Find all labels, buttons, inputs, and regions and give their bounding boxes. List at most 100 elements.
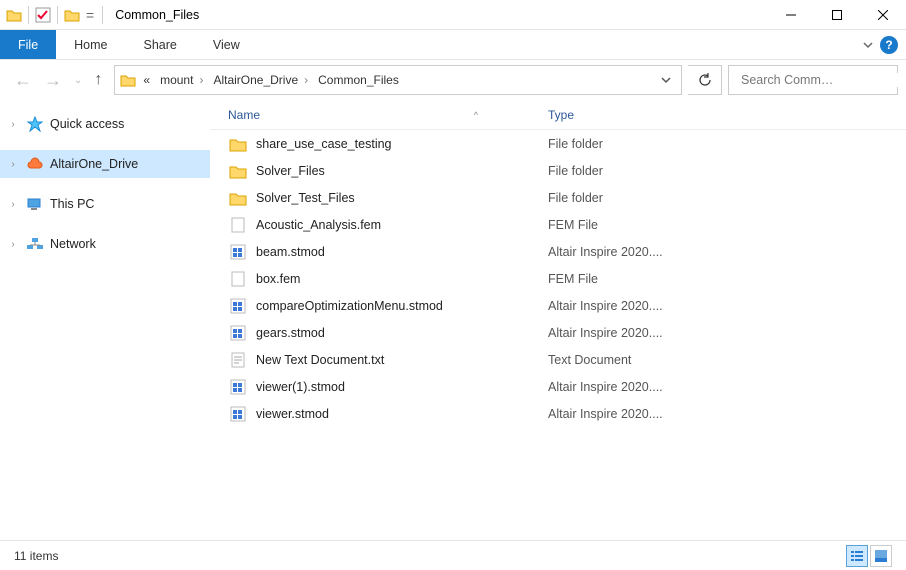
file-name: New Text Document.txt — [256, 353, 548, 367]
file-name: share_use_case_testing — [256, 137, 548, 151]
forward-button[interactable]: → — [44, 70, 62, 91]
thumbnails-view-button[interactable] — [870, 545, 892, 567]
item-count: 11 items — [14, 549, 58, 563]
separator — [57, 6, 58, 24]
body: › Quick access › AltairOne_Drive › This PC › Ne… — [0, 100, 906, 540]
breadcrumb[interactable]: AltairOne_Drive› — [209, 71, 312, 89]
txt-icon — [228, 350, 248, 370]
qat-dropdown-icon[interactable]: = — [84, 7, 96, 23]
file-row[interactable]: beam.stmodAltair Inspire 2020.... — [210, 238, 906, 265]
pc-icon — [26, 195, 44, 213]
breadcrumb-overflow[interactable]: « — [139, 71, 154, 89]
file-row[interactable]: Solver_Test_FilesFile folder — [210, 184, 906, 211]
file-row[interactable]: compareOptimizationMenu.stmodAltair Insp… — [210, 292, 906, 319]
file-name: viewer.stmod — [256, 407, 548, 421]
column-header-type[interactable]: Type — [548, 108, 748, 122]
folder-icon — [228, 134, 248, 154]
sidebar-item-altairone-drive[interactable]: › AltairOne_Drive — [0, 150, 210, 178]
column-header-name[interactable]: Name ^ — [228, 108, 548, 122]
file-name: Solver_Files — [256, 164, 548, 178]
stmod-icon — [228, 242, 248, 262]
file-list: share_use_case_testingFile folderSolver_… — [210, 130, 906, 540]
tab-home[interactable]: Home — [56, 30, 125, 59]
file-type: File folder — [548, 137, 788, 151]
file-pane: Name ^ Type share_use_case_testingFile f… — [210, 100, 906, 540]
sidebar-item-network[interactable]: › Network — [0, 230, 210, 258]
back-button[interactable]: ← — [14, 70, 32, 91]
file-name: box.fem — [256, 272, 548, 286]
file-name: Acoustic_Analysis.fem — [256, 218, 548, 232]
file-row[interactable]: gears.stmodAltair Inspire 2020.... — [210, 319, 906, 346]
address-bar[interactable]: « mount› AltairOne_Drive› Common_Files — [114, 65, 682, 95]
file-type: Text Document — [548, 353, 788, 367]
address-dropdown-icon[interactable] — [655, 75, 677, 85]
sidebar-item-label: AltairOne_Drive — [50, 157, 138, 171]
recent-locations-button[interactable]: ⌄ — [74, 75, 82, 86]
folder-icon — [64, 7, 80, 23]
search-box[interactable] — [728, 65, 898, 95]
breadcrumb[interactable]: Common_Files — [314, 71, 403, 89]
breadcrumb[interactable]: mount› — [156, 71, 207, 89]
file-name: viewer(1).stmod — [256, 380, 548, 394]
sidebar-item-label: This PC — [50, 197, 94, 211]
help-button[interactable]: ? — [880, 36, 898, 54]
file-row[interactable]: box.femFEM File — [210, 265, 906, 292]
details-view-button[interactable] — [846, 545, 868, 567]
up-button[interactable]: ↑ — [94, 71, 102, 89]
nav-arrows: ← → ⌄ ↑ — [8, 70, 108, 91]
expander-icon[interactable]: › — [6, 159, 20, 170]
folder-icon — [119, 71, 137, 89]
expander-icon[interactable]: › — [6, 239, 20, 250]
file-icon — [228, 215, 248, 235]
file-type: FEM File — [548, 218, 788, 232]
window-controls — [768, 0, 906, 30]
cloud-icon — [26, 155, 44, 173]
file-type: Altair Inspire 2020.... — [548, 407, 788, 421]
file-row[interactable]: Solver_FilesFile folder — [210, 157, 906, 184]
checkbox-icon[interactable] — [35, 7, 51, 23]
file-tab[interactable]: File — [0, 30, 56, 59]
folder-icon — [6, 7, 22, 23]
stmod-icon — [228, 323, 248, 343]
stmod-icon — [228, 404, 248, 424]
file-row[interactable]: Acoustic_Analysis.femFEM File — [210, 211, 906, 238]
search-input[interactable] — [741, 73, 902, 87]
close-button[interactable] — [860, 0, 906, 30]
tab-share[interactable]: Share — [126, 30, 195, 59]
separator — [102, 6, 103, 24]
view-buttons — [846, 545, 892, 567]
file-name: compareOptimizationMenu.stmod — [256, 299, 548, 313]
file-row[interactable]: viewer.stmodAltair Inspire 2020.... — [210, 400, 906, 427]
sidebar-item-this-pc[interactable]: › This PC — [0, 190, 210, 218]
navigation-pane: › Quick access › AltairOne_Drive › This PC › Ne… — [0, 100, 210, 540]
file-row[interactable]: share_use_case_testingFile folder — [210, 130, 906, 157]
ribbon: File Home Share View ? — [0, 30, 906, 60]
file-type: File folder — [548, 164, 788, 178]
refresh-button[interactable] — [688, 65, 722, 95]
title-bar: = Common_Files — [0, 0, 906, 30]
file-type: File folder — [548, 191, 788, 205]
file-name: Solver_Test_Files — [256, 191, 548, 205]
file-icon — [228, 269, 248, 289]
window-title: Common_Files — [115, 8, 199, 22]
file-row[interactable]: viewer(1).stmodAltair Inspire 2020.... — [210, 373, 906, 400]
file-row[interactable]: New Text Document.txtText Document — [210, 346, 906, 373]
expander-icon[interactable]: › — [6, 119, 20, 130]
tab-view[interactable]: View — [195, 30, 258, 59]
stmod-icon — [228, 377, 248, 397]
sidebar-item-label: Quick access — [50, 117, 124, 131]
file-type: FEM File — [548, 272, 788, 286]
file-type: Altair Inspire 2020.... — [548, 380, 788, 394]
star-icon — [26, 115, 44, 133]
ribbon-collapse-icon[interactable] — [862, 39, 874, 51]
sidebar-item-quick-access[interactable]: › Quick access — [0, 110, 210, 138]
file-type: Altair Inspire 2020.... — [548, 326, 788, 340]
separator — [28, 6, 29, 24]
status-bar: 11 items — [0, 540, 906, 570]
minimize-button[interactable] — [768, 0, 814, 30]
expander-icon[interactable]: › — [6, 199, 20, 210]
network-icon — [26, 235, 44, 253]
maximize-button[interactable] — [814, 0, 860, 30]
folder-icon — [228, 161, 248, 181]
sidebar-item-label: Network — [50, 237, 96, 251]
